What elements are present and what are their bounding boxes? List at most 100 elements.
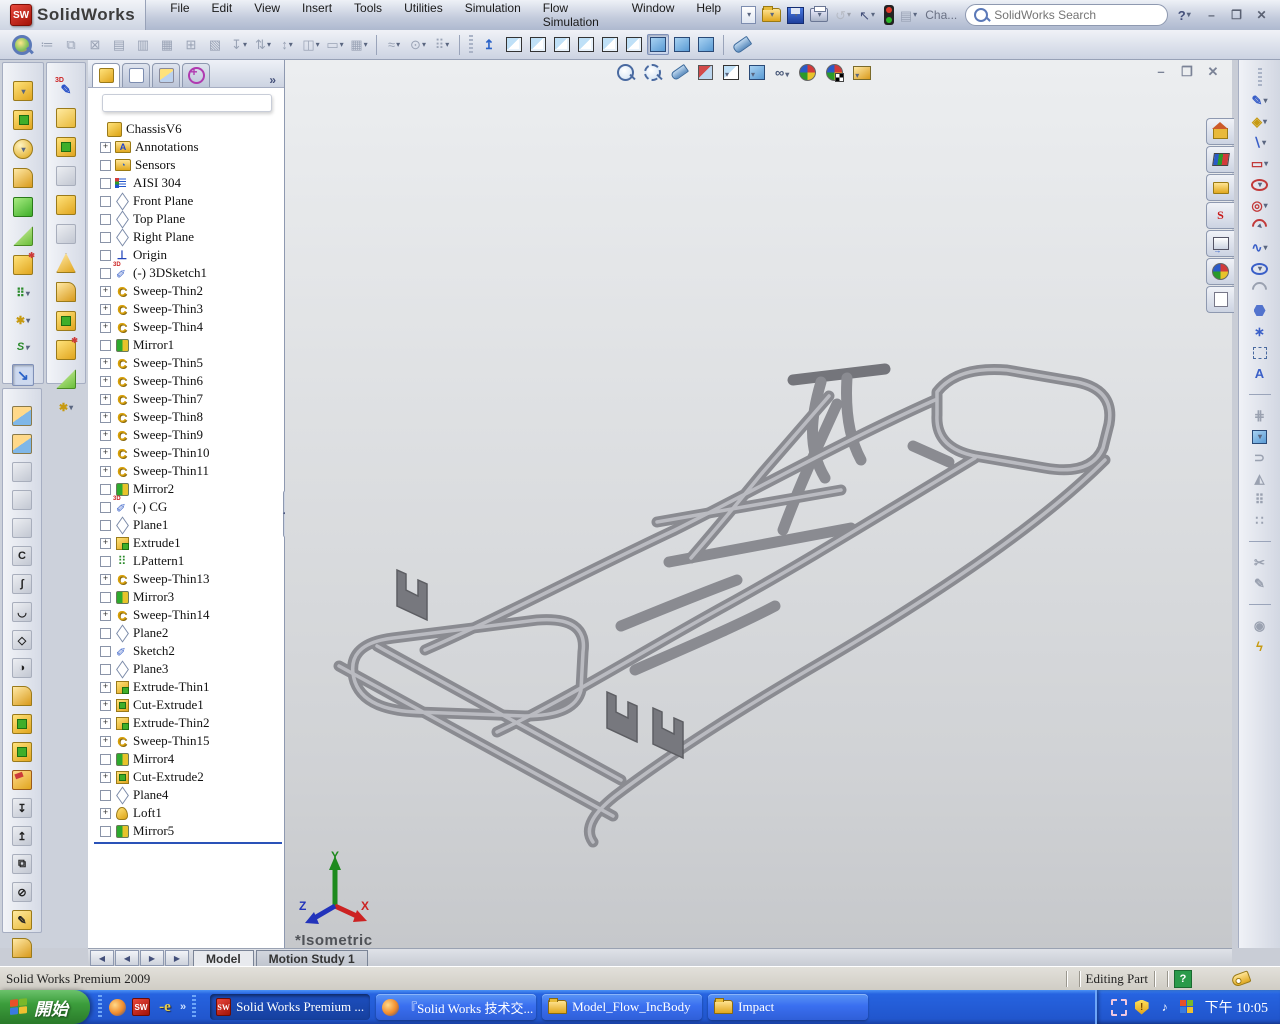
menu-window[interactable]: Window — [622, 0, 685, 33]
split-sphere-gray-icon[interactable]: ◑ — [11, 657, 33, 679]
stamp-icon[interactable]: ▥ — [132, 34, 154, 56]
task-folder-model-flow-incbody[interactable]: Model_Flow_IncBody — [542, 994, 702, 1020]
internet-explorer-icon[interactable]: -e — [156, 998, 174, 1016]
expand-icon[interactable]: + — [100, 808, 111, 819]
clock[interactable]: 下午 10:05 — [1205, 997, 1268, 1017]
expand-icon[interactable] — [100, 646, 111, 657]
tab-motion-study-1[interactable]: Motion Study 1 — [256, 950, 368, 967]
appearances-icon[interactable] — [1206, 258, 1234, 285]
offset-entities-icon[interactable]: ⊃ — [1252, 449, 1268, 466]
solidworks-search-icon[interactable]: S — [1206, 202, 1234, 229]
expand-icon[interactable] — [100, 664, 111, 675]
task-folder-impact[interactable]: Impact — [708, 994, 868, 1020]
quick-tips-icon[interactable]: ? — [1174, 970, 1192, 988]
extruded-boss-icon[interactable] — [12, 80, 34, 102]
selection-box-icon[interactable] — [1253, 344, 1267, 361]
sweep-gray-icon[interactable]: C — [11, 545, 33, 567]
sketch-fillet-icon[interactable] — [1252, 281, 1267, 298]
print-icon[interactable] — [808, 6, 830, 24]
left-view-icon[interactable] — [551, 34, 573, 55]
search-icon[interactable] — [974, 8, 988, 22]
corner-icon[interactable] — [55, 281, 77, 303]
tree-item[interactable]: + Sweep-Thin9 — [92, 426, 284, 444]
normal-to-icon[interactable]: ↥ — [477, 33, 501, 57]
expand-icon[interactable] — [100, 340, 111, 351]
expand-icon[interactable] — [100, 520, 111, 531]
tree-item[interactable]: Sensors — [92, 156, 284, 174]
folder-gray-icon[interactable]: ◫ — [300, 34, 322, 56]
table-icon[interactable]: ▦ — [348, 34, 370, 56]
tree-item[interactable]: Plane4 — [92, 786, 284, 804]
more-tabs-chevron-icon[interactable]: » — [265, 73, 280, 87]
no-entry-gray-icon[interactable]: ⊘ — [11, 881, 33, 903]
extend-entities-icon[interactable]: ✎ — [1252, 575, 1268, 592]
tree-item[interactable]: + Sweep-Thin11 — [92, 462, 284, 480]
tree-item[interactable]: (-) 3DSketch1 — [92, 264, 284, 282]
tags-icon[interactable] — [1230, 970, 1251, 987]
tab-model[interactable]: Model — [193, 950, 254, 967]
tab-nav-icon[interactable]: ▶ — [165, 950, 189, 966]
tree-item[interactable]: + Sweep-Thin15 — [92, 732, 284, 750]
trimetric-view-icon[interactable] — [671, 34, 693, 55]
reference-geometry-2-icon[interactable]: ✱ — [56, 397, 76, 417]
solidworks-launcher-icon[interactable]: SW — [132, 998, 150, 1016]
target-icon[interactable]: ⊙ — [407, 34, 429, 56]
trim-entities-icon[interactable]: ✂ — [1252, 554, 1268, 571]
curves-icon[interactable]: S — [13, 337, 33, 357]
tree-item[interactable]: AISI 304 — [92, 174, 284, 192]
tab-nav-icon[interactable]: ▶ — [140, 950, 164, 966]
volume-icon[interactable]: ♪ — [1157, 999, 1173, 1015]
expand-icon[interactable]: + — [100, 574, 111, 585]
dimetric-view-icon[interactable] — [695, 34, 717, 55]
new-document-icon[interactable] — [739, 4, 758, 26]
separator[interactable] — [1249, 596, 1271, 613]
repair-sketch-icon[interactable] — [11, 769, 33, 791]
menu-file[interactable]: File — [160, 0, 199, 33]
expand-icon[interactable]: + — [100, 376, 111, 387]
expand-icon[interactable] — [100, 178, 111, 189]
bottom-view-icon[interactable] — [623, 34, 645, 55]
tree-item[interactable]: Mirror1 — [92, 336, 284, 354]
tree-item[interactable]: + Cut-Extrude1 — [92, 696, 284, 714]
tree-item[interactable]: + Sweep-Thin2 — [92, 282, 284, 300]
curve-gray-icon[interactable]: ∫ — [11, 573, 33, 595]
tree-root-part[interactable]: ChassisV6 — [92, 120, 284, 138]
move-face-up-icon[interactable]: ↥ — [11, 825, 33, 847]
mirror-entities-icon[interactable]: ⋕ — [1252, 407, 1268, 424]
security-shield-icon[interactable]: ! — [1134, 999, 1150, 1015]
expand-icon[interactable] — [100, 754, 111, 765]
design-library-icon[interactable] — [1206, 146, 1234, 173]
diamond-gray-icon[interactable]: ◇ — [11, 629, 33, 651]
tree-item[interactable]: Plane1 — [92, 516, 284, 534]
start-button[interactable]: 開始 — [0, 990, 90, 1024]
right-view-icon[interactable] — [575, 34, 597, 55]
tree-item[interactable]: Plane3 — [92, 660, 284, 678]
combine-gray-icon[interactable]: ⧉ — [11, 853, 33, 875]
tree-item[interactable]: Right Plane — [92, 228, 284, 246]
undo-icon[interactable]: ↺ — [832, 4, 854, 26]
tree-item[interactable]: LPattern1 — [92, 552, 284, 570]
expand-icon[interactable]: + — [100, 448, 111, 459]
tree-item[interactable]: Top Plane — [92, 210, 284, 228]
menu-view[interactable]: View — [244, 0, 290, 33]
document-gray-icon[interactable]: ▭ — [324, 34, 346, 56]
freeform-gray-icon[interactable] — [11, 517, 33, 539]
3d-sketch-icon[interactable]: ✎ — [56, 80, 76, 100]
base-flange-icon[interactable] — [11, 937, 33, 959]
thermometer-icon[interactable]: ↕ — [276, 34, 298, 56]
menu-insert[interactable]: Insert — [292, 0, 342, 33]
quick-snaps-icon[interactable]: ϟ — [1252, 638, 1268, 655]
edit-sheet-icon[interactable]: ⊠ — [84, 34, 106, 56]
menu-utilities[interactable]: Utilities — [394, 0, 453, 33]
fillet-icon[interactable] — [12, 138, 34, 160]
graphics-viewport[interactable]: ∞ – ❐ ✕ — [285, 60, 1232, 948]
community-label[interactable]: Cha... — [925, 8, 957, 22]
wave-icon[interactable]: ≈ — [383, 34, 405, 56]
custom-properties-icon[interactable] — [1206, 286, 1234, 313]
sketch-on-plane-icon[interactable] — [55, 107, 77, 129]
view-palette-icon[interactable] — [1206, 230, 1234, 257]
expand-icon[interactable]: + — [100, 304, 111, 315]
indent-icon[interactable] — [11, 685, 33, 707]
draft-wedge-icon[interactable] — [12, 225, 34, 247]
list-icon[interactable]: ≔ — [36, 34, 58, 56]
